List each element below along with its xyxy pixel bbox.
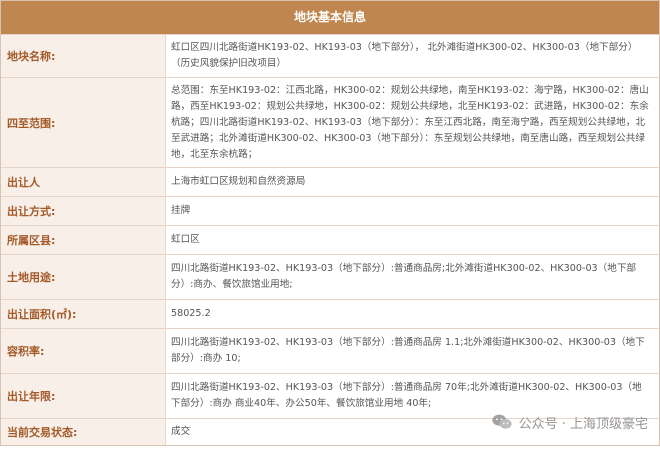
watermark-text: 公众号 · 上海顶级豪宅	[518, 416, 648, 432]
row-label: 土地用途:	[1, 255, 166, 299]
land-info-table: 地块基本信息 地块名称: 虹口区四川北路街道HK193-02、HK193-03（…	[0, 0, 660, 446]
row-label: 出让年限:	[1, 374, 166, 418]
row-value: 上海市虹口区规划和自然资源局	[171, 176, 306, 187]
table-title: 地块基本信息	[1, 1, 659, 34]
table-row: 出让面积(㎡): 58025.2	[1, 299, 659, 328]
row-value: 四川北路街道HK193-02、HK193-03（地下部分）:普通商品房 1.1;…	[171, 337, 645, 364]
table-row: 出让方式: 挂牌	[1, 196, 659, 225]
row-label: 出让面积(㎡):	[1, 300, 166, 328]
row-label: 四至范围:	[1, 78, 166, 167]
row-label: 所属区县:	[1, 226, 166, 254]
table-row: 出让人 上海市虹口区规划和自然资源局	[1, 167, 659, 196]
table-row: 所属区县: 虹口区	[1, 225, 659, 254]
row-value: 虹口区四川北路街道HK193-02、HK193-03（地下部分）， 北外滩街道H…	[171, 42, 638, 69]
wechat-icon	[491, 414, 512, 429]
row-value: 虹口区	[171, 234, 200, 245]
row-label: 容积率:	[1, 329, 166, 373]
watermark: 公众号 · 上海顶级豪宅	[491, 411, 648, 433]
table-row: 四至范围: 总范围：东至HK193-02：江西北路，HK300-02：规划公共绿…	[1, 77, 659, 167]
row-value: 总范围：东至HK193-02：江西北路，HK300-02：规划公共绿地，南至HK…	[171, 84, 649, 160]
row-value: 四川北路街道HK193-02、HK193-03（地下部分）:普通商品房;北外滩街…	[171, 263, 637, 290]
row-label: 出让方式:	[1, 197, 166, 225]
table-row: 地块名称: 虹口区四川北路街道HK193-02、HK193-03（地下部分）， …	[1, 34, 659, 77]
row-label: 出让人	[1, 168, 166, 196]
table-row: 土地用途: 四川北路街道HK193-02、HK193-03（地下部分）:普通商品…	[1, 254, 659, 299]
row-value: 58025.2	[171, 308, 211, 319]
table-row: 容积率: 四川北路街道HK193-02、HK193-03（地下部分）:普通商品房…	[1, 328, 659, 373]
row-label: 地块名称:	[1, 35, 166, 77]
row-label: 当前交易状态:	[1, 419, 166, 445]
row-value: 挂牌	[171, 205, 191, 216]
